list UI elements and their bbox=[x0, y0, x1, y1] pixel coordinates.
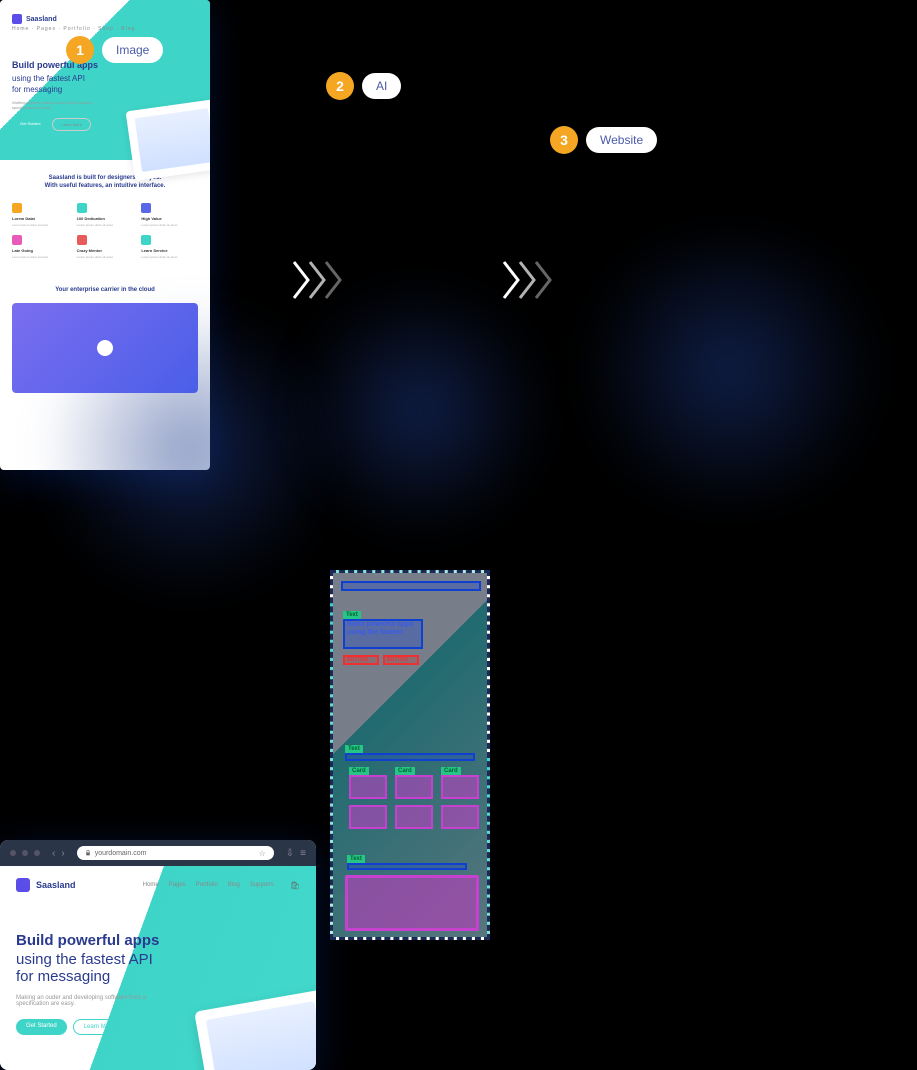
site-nav: Home Pages Portfolio Blog Supports bbox=[143, 882, 274, 888]
badge-number-3: 3 bbox=[550, 126, 578, 154]
url-text: yourdomain.com bbox=[95, 850, 147, 857]
primary-cta: Get Started bbox=[16, 1019, 67, 1035]
detected-card bbox=[441, 805, 479, 829]
detected-card bbox=[441, 775, 479, 799]
hero-section: Saasland Home · Pages · Portfolio · Shop… bbox=[0, 0, 210, 160]
hero-description: Wafting zephyrs quickly vexed jumbo frui… bbox=[12, 100, 112, 110]
cloud-title: Your enterprise carrier in the cloud bbox=[12, 287, 198, 293]
badge-label-website: Website bbox=[586, 127, 657, 153]
arrow-1 bbox=[290, 260, 346, 300]
arrow-2 bbox=[500, 260, 556, 300]
stage-2-badge: 2 AI bbox=[326, 72, 401, 100]
feature-cell: Late GoingLorem ipsum dolor sit amet bbox=[12, 235, 69, 259]
forward-icon: › bbox=[61, 848, 64, 859]
window-dot bbox=[34, 850, 40, 856]
text-tag-2: Text bbox=[345, 745, 363, 753]
back-icon: ‹ bbox=[52, 848, 55, 859]
device-mockup bbox=[194, 989, 316, 1070]
play-icon bbox=[97, 340, 113, 356]
badge-number-2: 2 bbox=[326, 72, 354, 100]
brand-name: Saasland bbox=[26, 16, 57, 23]
nav-item: Home bbox=[143, 882, 159, 888]
nav-links: Home · Pages · Portfolio · Shop · Blog bbox=[12, 26, 198, 32]
feature-cell: 100 DedicationLorem ipsum dolor sit amet bbox=[77, 203, 134, 227]
brand-logo: Saasland bbox=[12, 14, 198, 24]
lock-icon bbox=[85, 850, 91, 856]
detected-card bbox=[395, 775, 433, 799]
text-tag-3: Text bbox=[347, 855, 365, 863]
primary-cta: Get Started bbox=[12, 118, 48, 131]
features-section: Saasland is built for designers like you… bbox=[0, 160, 210, 273]
text-tag: Text bbox=[343, 611, 361, 619]
hero-sub-1: using the fastest API bbox=[16, 951, 300, 968]
hero-subtitle-1: using the fastest API bbox=[12, 74, 198, 83]
feature-cell: Learn ServiceLorem ipsum dolor sit amet bbox=[141, 235, 198, 259]
stage-3-badge: 3 Website bbox=[550, 126, 657, 154]
detected-card bbox=[349, 775, 387, 799]
detected-media bbox=[345, 875, 479, 931]
card-tag: Card bbox=[441, 767, 461, 775]
cloud-section: Your enterprise carrier in the cloud bbox=[0, 273, 210, 407]
detected-card bbox=[349, 805, 387, 829]
detected-nav bbox=[341, 581, 481, 591]
website-body: Saasland HomePagesPortfolioBlogSupports … bbox=[0, 866, 316, 1070]
star-icon: ☆ bbox=[259, 849, 266, 858]
detected-button-1: BUTTON bbox=[343, 655, 379, 665]
detected-subtitle bbox=[345, 753, 475, 761]
nav-arrows: ‹› bbox=[52, 848, 65, 859]
menu-icon: ≡ bbox=[300, 848, 306, 859]
video-box bbox=[12, 303, 198, 393]
badge-number-1: 1 bbox=[66, 36, 94, 64]
logo-icon bbox=[12, 14, 22, 24]
hero-subtitle-2: for messaging bbox=[12, 85, 198, 94]
detected-button-2: BUTTON bbox=[383, 655, 419, 665]
nav-item: Pages bbox=[169, 882, 186, 888]
features-grid: Lorem DalaiLorem ipsum dolor sit amet 100… bbox=[12, 203, 198, 259]
card-tag: Card bbox=[349, 767, 369, 775]
feature-cell: Crazy MentorLorem ipsum dolor sit amet bbox=[77, 235, 134, 259]
secondary-cta: Learn More bbox=[52, 118, 90, 131]
secondary-cta: Learn More bbox=[73, 1019, 126, 1035]
cart-icon: 🛍 bbox=[290, 881, 300, 890]
url-bar: yourdomain.com ☆ bbox=[77, 846, 274, 860]
feature-cell: Lorem DalaiLorem ipsum dolor sit amet bbox=[12, 203, 69, 227]
window-dot bbox=[10, 850, 16, 856]
ai-analysis-panel: Text Build powerful appsusing the fastes… bbox=[330, 570, 490, 940]
detected-card bbox=[395, 805, 433, 829]
features-title-2: With useful features, an intuitive inter… bbox=[12, 182, 198, 190]
hero-description: Making an ouder and developing software … bbox=[16, 995, 166, 1007]
browser-chrome: ‹› yourdomain.com ☆ ⇩ ≡ bbox=[0, 840, 316, 866]
nav-item: Portfolio bbox=[196, 882, 218, 888]
download-icon: ⇩ bbox=[286, 848, 294, 859]
card-tag: Card bbox=[395, 767, 415, 775]
hero-title: Build powerful apps bbox=[16, 932, 300, 951]
window-dot bbox=[22, 850, 28, 856]
feature-cell: High ValueLorem ipsum dolor sit amet bbox=[141, 203, 198, 227]
device-mockup bbox=[126, 99, 210, 181]
nav-item: Blog bbox=[228, 882, 240, 888]
hero-sub-2: for messaging bbox=[16, 968, 300, 985]
nav-item: Supports bbox=[250, 882, 274, 888]
stage-1-badge: 1 Image bbox=[66, 36, 163, 64]
brand-name: Saasland bbox=[36, 880, 76, 890]
badge-label-ai: AI bbox=[362, 73, 401, 99]
site-header: Saasland HomePagesPortfolioBlogSupports … bbox=[16, 878, 300, 892]
detected-text bbox=[347, 863, 467, 870]
badge-label-image: Image bbox=[102, 37, 163, 63]
logo-icon bbox=[16, 878, 30, 892]
detected-heading-text: Build powerful appsusing the fastest bbox=[347, 621, 414, 638]
website-output-panel: ‹› yourdomain.com ☆ ⇩ ≡ Saasland HomePag… bbox=[0, 840, 316, 1070]
